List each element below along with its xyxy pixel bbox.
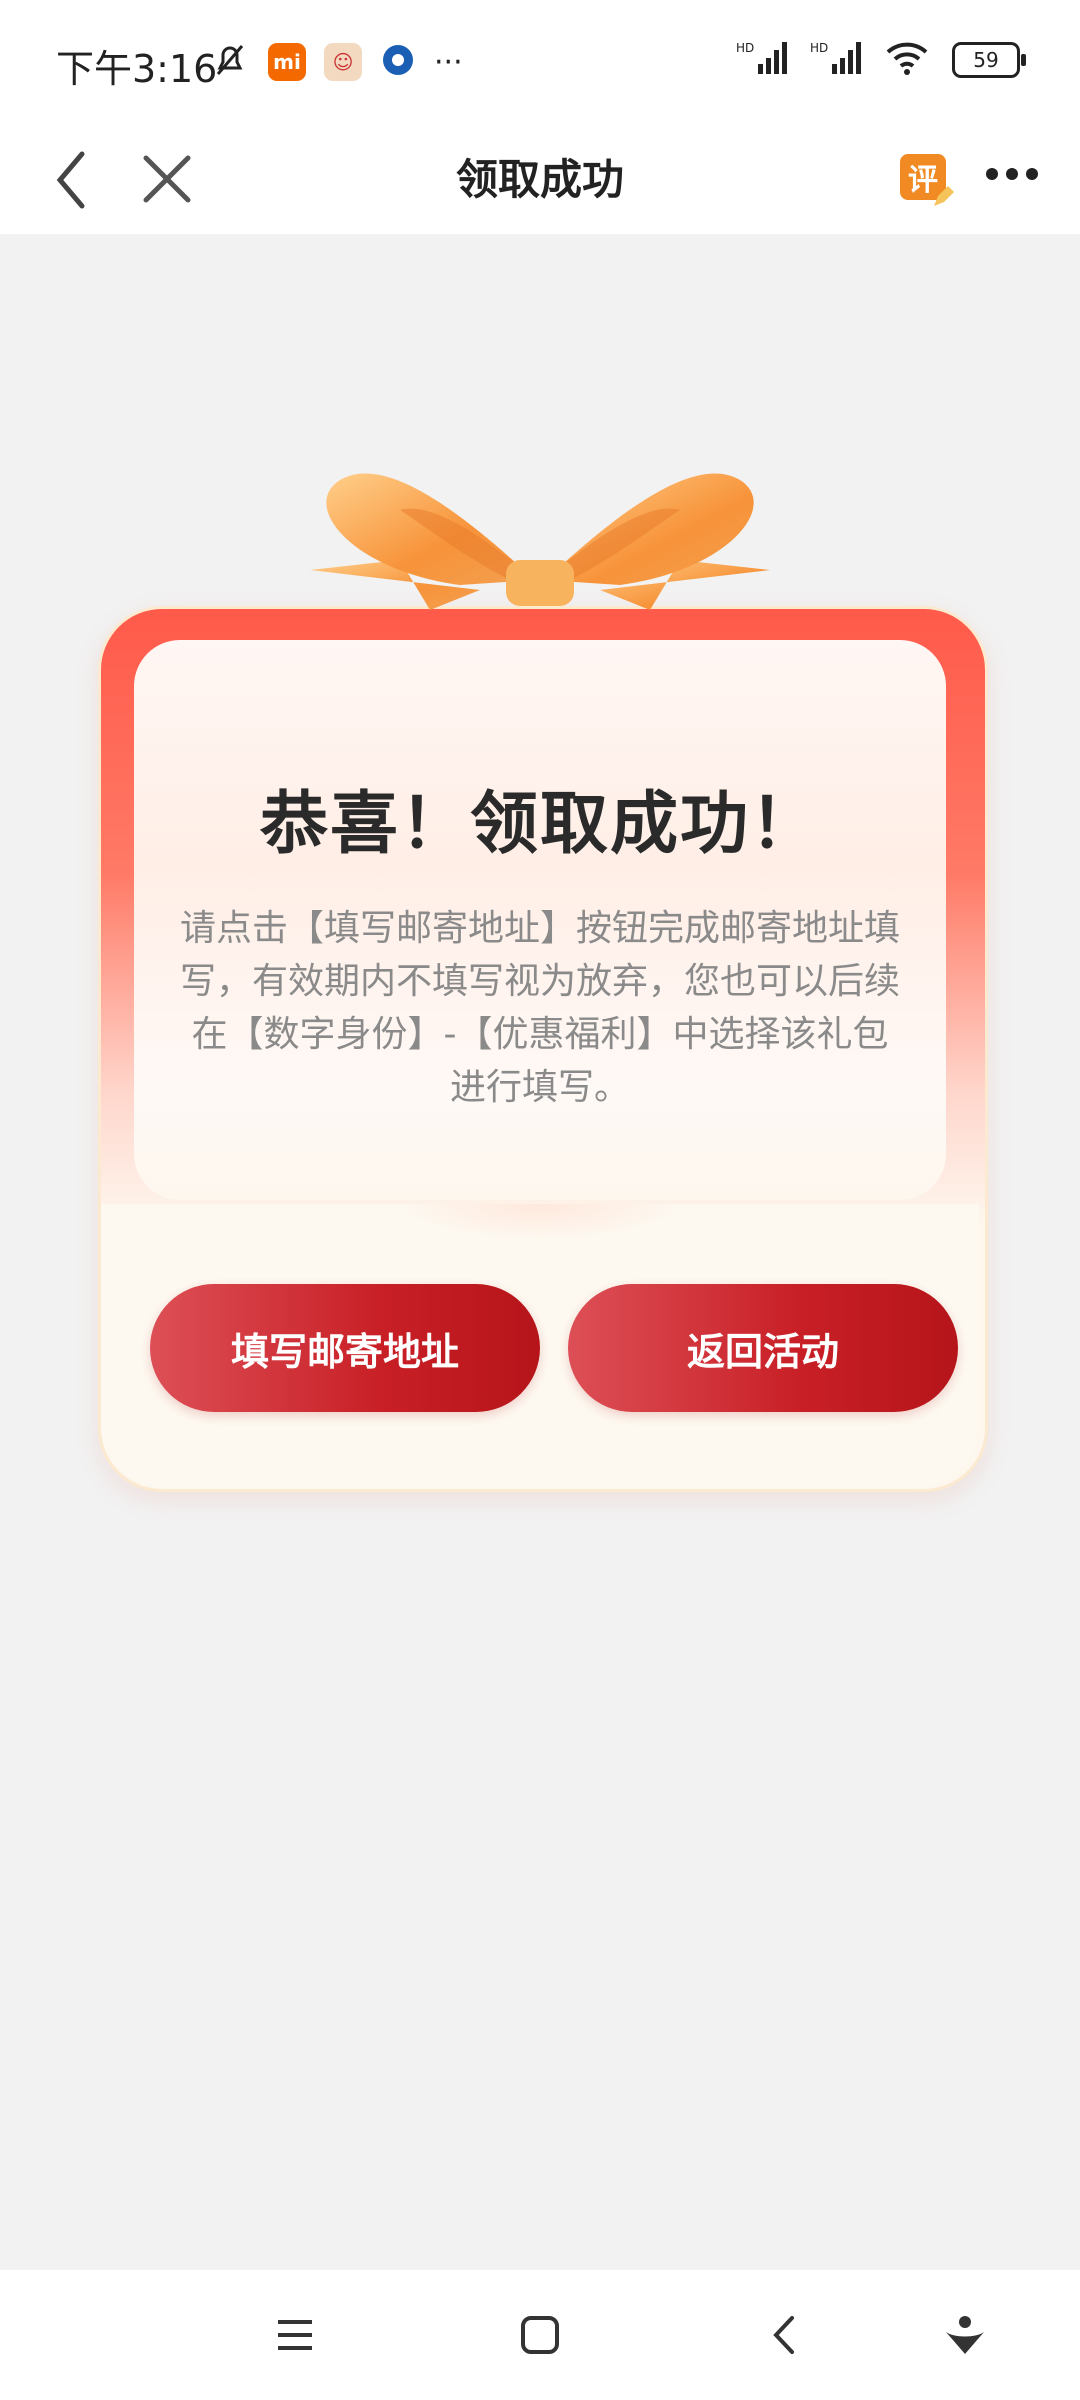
more-dots-icon bbox=[986, 168, 1038, 180]
signal-icon-1: HD bbox=[736, 40, 788, 80]
wifi-icon bbox=[884, 40, 930, 80]
pencil-icon bbox=[934, 186, 954, 206]
review-button[interactable]: 评 bbox=[898, 136, 958, 206]
assistant-button[interactable] bbox=[940, 2310, 990, 2360]
chevron-left-icon bbox=[773, 2316, 794, 2354]
mi-app-icon: mi bbox=[268, 43, 306, 81]
mute-icon bbox=[210, 40, 250, 84]
status-time: 下午3:16 bbox=[56, 47, 218, 91]
return-activity-button[interactable]: 返回活动 bbox=[568, 1284, 958, 1412]
status-notification-icons: mi ☺ ··· bbox=[210, 40, 463, 84]
system-nav-bar bbox=[0, 2270, 1080, 2400]
battery-icon: 59 bbox=[952, 42, 1026, 78]
card-notch bbox=[400, 1204, 680, 1240]
signal-icon-2: HD bbox=[810, 40, 862, 80]
menu-button[interactable] bbox=[270, 2310, 320, 2360]
svg-text:HD: HD bbox=[810, 41, 828, 55]
more-notifications-icon: ··· bbox=[434, 44, 463, 80]
more-options-button[interactable] bbox=[982, 148, 1042, 198]
svg-text:HD: HD bbox=[736, 41, 754, 55]
fill-address-button[interactable]: 填写邮寄地址 bbox=[150, 1284, 540, 1412]
assistant-icon bbox=[946, 2316, 984, 2354]
success-headline: 恭喜！领取成功！ bbox=[259, 785, 820, 864]
battery-level: 59 bbox=[973, 48, 999, 72]
menu-icon bbox=[278, 2320, 312, 2350]
instruction-text: 请点击【填写邮寄地址】按钮完成邮寄地址填写，有效期内不填写视为放弃，您也可以后续… bbox=[180, 908, 901, 1108]
system-back-button[interactable] bbox=[760, 2310, 810, 2360]
nav-header: 领取成功 评 bbox=[0, 118, 1080, 234]
gift-bow-icon bbox=[310, 473, 770, 610]
bank-app-icon bbox=[380, 42, 416, 82]
status-bar: 下午3:16 mi ☺ ··· HD HD 59 bbox=[0, 0, 1080, 118]
home-button[interactable] bbox=[515, 2310, 565, 2360]
status-system-icons: HD HD 59 bbox=[736, 40, 1026, 80]
cartoon-app-icon: ☺ bbox=[324, 43, 362, 81]
home-square-icon bbox=[521, 2316, 559, 2354]
